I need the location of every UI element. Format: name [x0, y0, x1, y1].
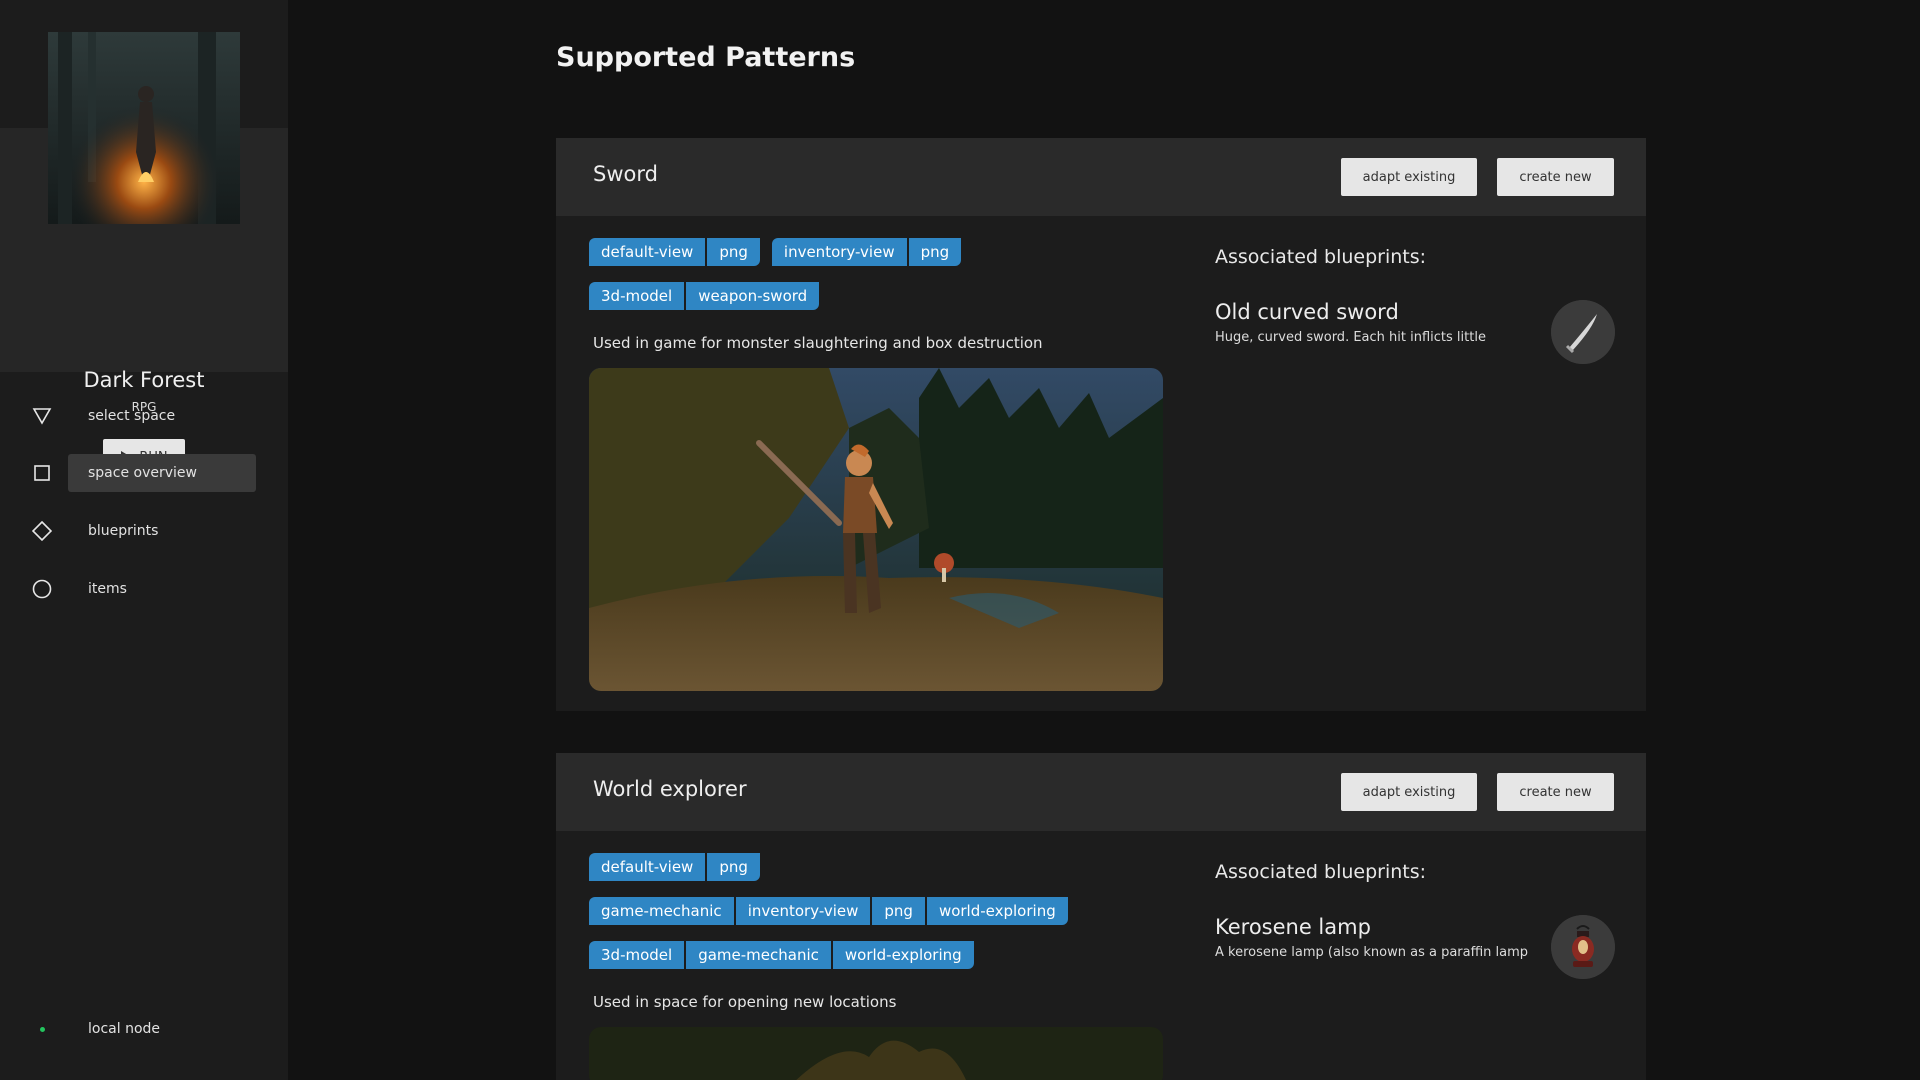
node-label: local node — [88, 1021, 161, 1037]
nav-blueprints[interactable]: blueprints — [24, 512, 256, 550]
tag[interactable]: 3d-model game-mechanic world-exploring — [589, 941, 974, 969]
tag-row: default-view png — [589, 853, 760, 881]
adapt-existing-button[interactable]: adapt existing — [1341, 158, 1477, 196]
tag[interactable]: default-view png — [589, 853, 760, 881]
nav-label: blueprints — [88, 523, 159, 539]
tag-part: game-mechanic — [601, 902, 722, 920]
pattern-description: Used in game for monster slaughtering an… — [593, 334, 1043, 352]
square-icon — [24, 454, 60, 492]
pattern-description: Used in space for opening new locations — [593, 993, 897, 1011]
tag[interactable]: game-mechanic inventory-view png world-e… — [589, 897, 1068, 925]
blueprint-item[interactable]: Kerosene lamp A kerosene lamp (also know… — [1215, 915, 1615, 979]
nav-items[interactable]: items — [24, 570, 256, 608]
nav-label: select space — [88, 408, 176, 424]
nav-select-space[interactable]: select space — [24, 397, 256, 435]
tag-row: game-mechanic inventory-view png world-e… — [589, 897, 1068, 925]
blueprint-item[interactable]: Old curved sword Huge, curved sword. Eac… — [1215, 300, 1615, 364]
triangle-down-icon — [24, 397, 60, 435]
nav-label: items — [88, 581, 127, 597]
tag-part: default-view — [601, 243, 694, 261]
sidebar: Dark Forest RPG RUN — [0, 0, 288, 1080]
page-title: Supported Patterns — [556, 42, 856, 73]
circle-icon — [24, 570, 60, 608]
diamond-icon — [24, 512, 60, 550]
adapt-existing-button[interactable]: adapt existing — [1341, 773, 1477, 811]
tag[interactable]: 3d-model weapon-sword — [589, 282, 820, 310]
pattern-title: World explorer — [593, 777, 747, 801]
create-new-button[interactable]: create new — [1497, 158, 1614, 196]
space-cover-image — [48, 32, 240, 224]
tag-part: default-view — [601, 858, 694, 876]
tag-part: png — [906, 238, 962, 266]
node-status: local node — [24, 1010, 256, 1048]
blueprint-name: Old curved sword — [1215, 300, 1399, 324]
pattern-card-world-explorer: World explorer adapt existing create new… — [556, 753, 1646, 1080]
pattern-preview-image — [589, 368, 1163, 691]
tag-part: png — [870, 897, 925, 925]
nav-space-overview[interactable]: space overview — [24, 454, 256, 492]
tag-row: 3d-model game-mechanic world-exploring — [589, 941, 974, 969]
card-header: World explorer adapt existing create new — [556, 753, 1646, 831]
tag-part: 3d-model — [601, 287, 673, 305]
sword-icon — [1551, 300, 1615, 364]
tag-part: inventory-view — [733, 897, 871, 925]
pattern-preview-image — [589, 1027, 1163, 1080]
pattern-card-sword: Sword adapt existing create new default-… — [556, 138, 1646, 711]
associated-blueprints-title: Associated blueprints: — [1215, 861, 1427, 883]
lamp-icon — [1551, 915, 1615, 979]
tag-part: game-mechanic — [684, 941, 831, 969]
nav-label: space overview — [68, 454, 256, 492]
create-new-button[interactable]: create new — [1497, 773, 1614, 811]
tag-part: world-exploring — [830, 941, 974, 969]
tag-part: png — [705, 238, 760, 266]
blueprint-description: A kerosene lamp (also known as a paraffi… — [1215, 945, 1529, 960]
blueprint-description: Huge, curved sword. Each hit inflicts li… — [1215, 330, 1486, 345]
card-header: Sword adapt existing create new — [556, 138, 1646, 216]
pattern-title: Sword — [593, 162, 658, 186]
tag-part: world-exploring — [924, 897, 1068, 925]
tag[interactable]: default-view png — [589, 238, 760, 266]
tag-part: inventory-view — [783, 243, 895, 261]
tag-row: default-view png inventory-view png — [589, 238, 962, 266]
tag[interactable]: inventory-view png — [771, 238, 962, 266]
blueprint-name: Kerosene lamp — [1215, 915, 1371, 939]
tag-part: 3d-model — [601, 946, 673, 964]
tag-part: png — [705, 853, 760, 881]
tag-row: 3d-model weapon-sword — [589, 282, 820, 310]
tag-part: weapon-sword — [684, 282, 819, 310]
associated-blueprints-title: Associated blueprints: — [1215, 246, 1427, 268]
space-name: Dark Forest — [83, 368, 205, 392]
status-dot-icon — [24, 1026, 60, 1032]
